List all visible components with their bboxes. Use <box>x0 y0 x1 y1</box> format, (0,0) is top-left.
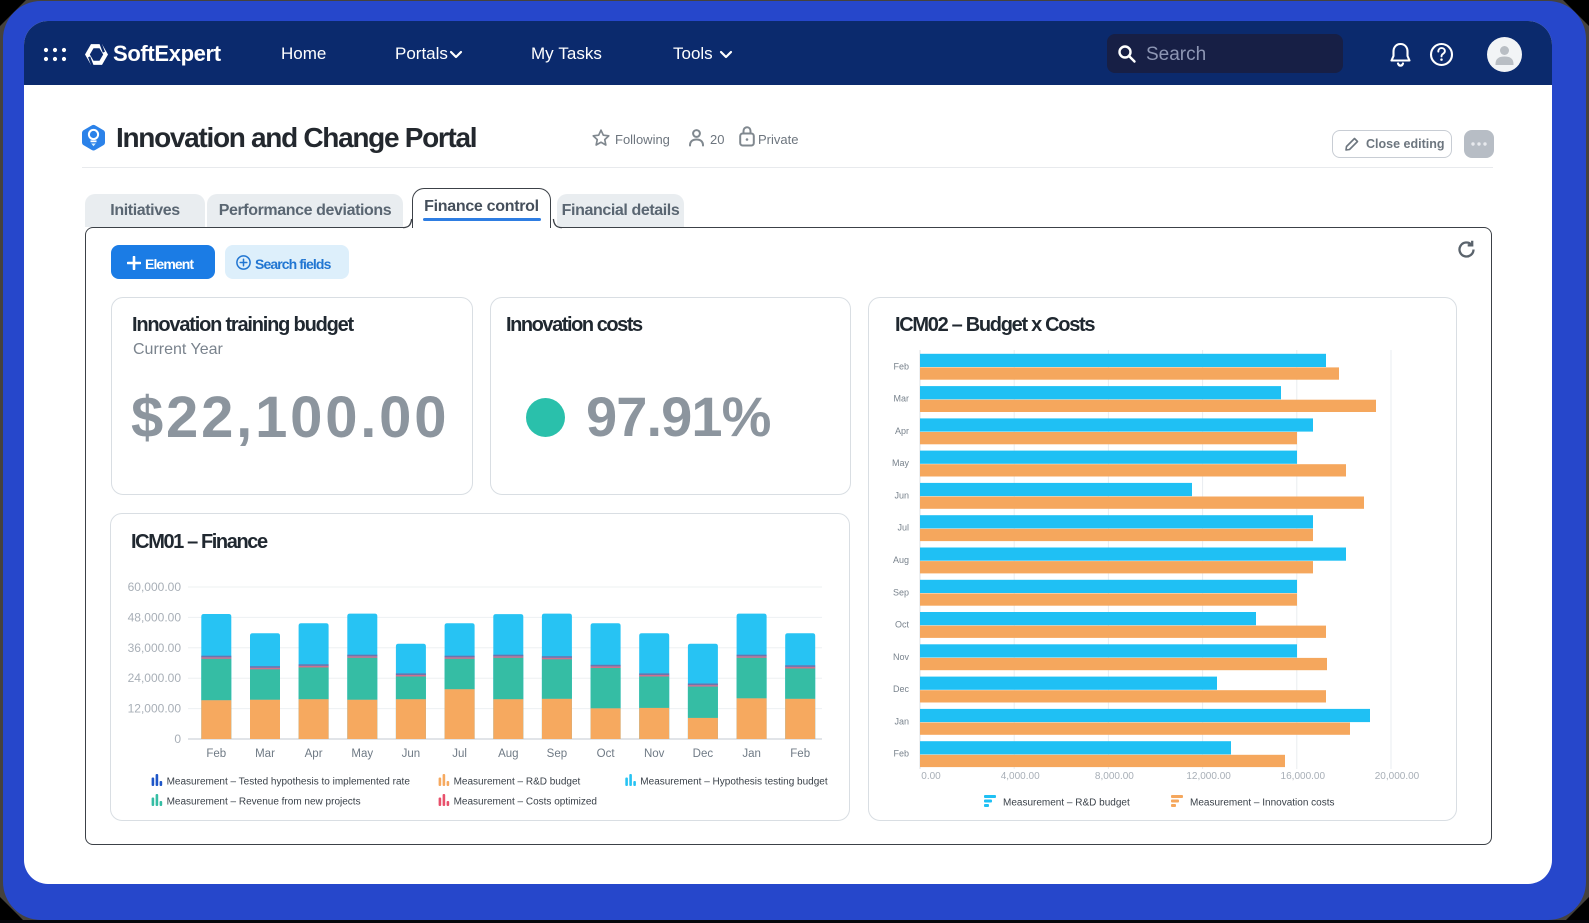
svg-text:Jan: Jan <box>894 716 909 726</box>
svg-text:4,000.00: 4,000.00 <box>1001 771 1040 782</box>
svg-text:Aug: Aug <box>498 748 518 760</box>
svg-text:Mar: Mar <box>894 394 910 404</box>
svg-text:Measurement – Hypothesis testi: Measurement – Hypothesis testing budget <box>640 777 828 788</box>
svg-text:Jun: Jun <box>402 748 421 760</box>
svg-text:Sep: Sep <box>893 587 909 597</box>
svg-text:Aug: Aug <box>893 555 909 565</box>
svg-text:Dec: Dec <box>693 748 714 760</box>
svg-text:48,000.00: 48,000.00 <box>128 610 182 624</box>
svg-text:Measurement – Costs optimized: Measurement – Costs optimized <box>454 797 597 808</box>
svg-text:Dec: Dec <box>893 684 910 694</box>
svg-text:Oct: Oct <box>895 620 910 630</box>
svg-text:Feb: Feb <box>893 749 909 759</box>
svg-text:0: 0 <box>174 732 181 746</box>
svg-text:60,000.00: 60,000.00 <box>128 580 182 594</box>
svg-text:Oct: Oct <box>597 748 616 760</box>
svg-text:Feb: Feb <box>206 748 226 760</box>
svg-text:Jul: Jul <box>897 523 909 533</box>
svg-text:Measurement – R&D budget: Measurement – R&D budget <box>454 777 581 788</box>
svg-text:May: May <box>892 458 910 468</box>
svg-text:Measurement – Innovation costs: Measurement – Innovation costs <box>1190 798 1335 809</box>
svg-text:Measurement – Tested hypothesi: Measurement – Tested hypothesis to imple… <box>167 777 411 788</box>
svg-text:May: May <box>351 748 373 760</box>
svg-text:Jul: Jul <box>452 748 467 760</box>
svg-text:Nov: Nov <box>644 748 665 760</box>
svg-text:Feb: Feb <box>790 748 810 760</box>
svg-text:Jan: Jan <box>742 748 761 760</box>
svg-text:Apr: Apr <box>305 748 323 760</box>
svg-text:16,000.00: 16,000.00 <box>1281 771 1326 782</box>
svg-text:Measurement – Revenue from new: Measurement – Revenue from new projects <box>167 797 361 808</box>
svg-text:12,000.00: 12,000.00 <box>128 702 182 716</box>
svg-text:Nov: Nov <box>893 652 910 662</box>
svg-text:12,000.00: 12,000.00 <box>1186 771 1231 782</box>
svg-text:20,000.00: 20,000.00 <box>1375 771 1420 782</box>
svg-text:Measurement – R&D budget: Measurement – R&D budget <box>1003 798 1130 809</box>
svg-text:24,000.00: 24,000.00 <box>128 671 182 685</box>
svg-text:Apr: Apr <box>895 426 909 436</box>
svg-text:8,000.00: 8,000.00 <box>1095 771 1134 782</box>
svg-text:0.00: 0.00 <box>921 771 941 782</box>
svg-text:36,000.00: 36,000.00 <box>128 641 182 655</box>
svg-text:Sep: Sep <box>547 748 567 760</box>
svg-text:Mar: Mar <box>255 748 275 760</box>
svg-text:Jun: Jun <box>894 490 909 500</box>
svg-text:Feb: Feb <box>893 361 909 371</box>
